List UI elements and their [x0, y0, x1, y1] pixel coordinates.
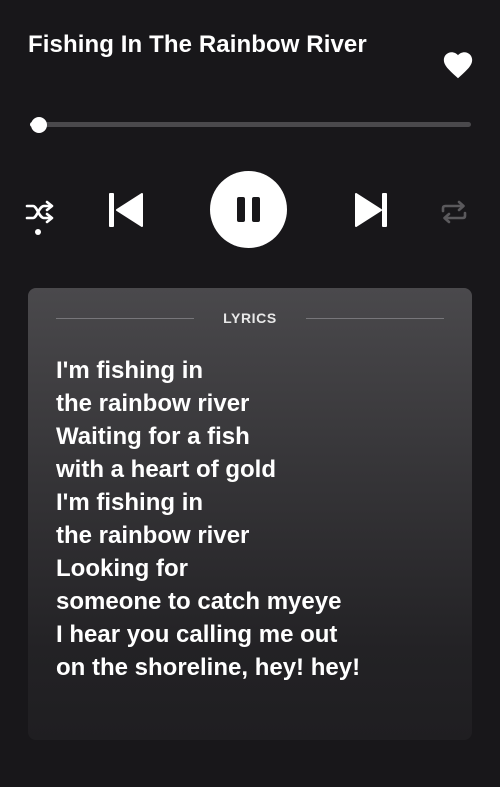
lyric-line: the rainbow river [56, 390, 250, 417]
progress-thumb[interactable] [30, 116, 47, 133]
divider-left [56, 318, 194, 319]
lyrics-text: I'm fishing in the rainbow river Waiting… [56, 354, 456, 684]
track-title: Fishing In The Rainbow River [28, 31, 367, 58]
divider-right [306, 318, 444, 319]
pause-icon [237, 197, 260, 222]
lyric-line: Looking for [56, 555, 188, 582]
lyrics-label: LYRICS [223, 310, 277, 326]
repeat-icon [441, 200, 467, 224]
lyrics-header: LYRICS [28, 308, 472, 328]
shuffle-icon [25, 200, 54, 224]
lyric-line: the rainbow river [56, 522, 250, 549]
lyric-line: I hear you calling me out [56, 621, 338, 648]
lyrics-card[interactable]: LYRICS I'm fishing in the rainbow river … [28, 288, 472, 740]
lyric-line: I'm fishing in [56, 489, 204, 516]
progress-bar[interactable] [30, 116, 471, 133]
repeat-button[interactable] [438, 199, 470, 225]
next-button[interactable] [351, 190, 391, 230]
previous-button[interactable] [105, 190, 145, 230]
lyric-line: Waiting for a fish [56, 423, 250, 450]
pause-button[interactable] [210, 171, 287, 248]
heart-icon [443, 52, 473, 79]
like-button[interactable] [441, 48, 475, 82]
shuffle-active-indicator [35, 229, 41, 235]
lyric-line: I'm fishing in [56, 357, 204, 384]
shuffle-button[interactable] [25, 199, 55, 225]
lyric-line: on the shoreline, hey! hey! [56, 654, 361, 681]
lyric-line: with a heart of gold [56, 456, 276, 483]
lyric-line: someone to catch myeye [56, 588, 342, 615]
skip-previous-icon [109, 193, 143, 227]
skip-next-icon [355, 193, 387, 227]
